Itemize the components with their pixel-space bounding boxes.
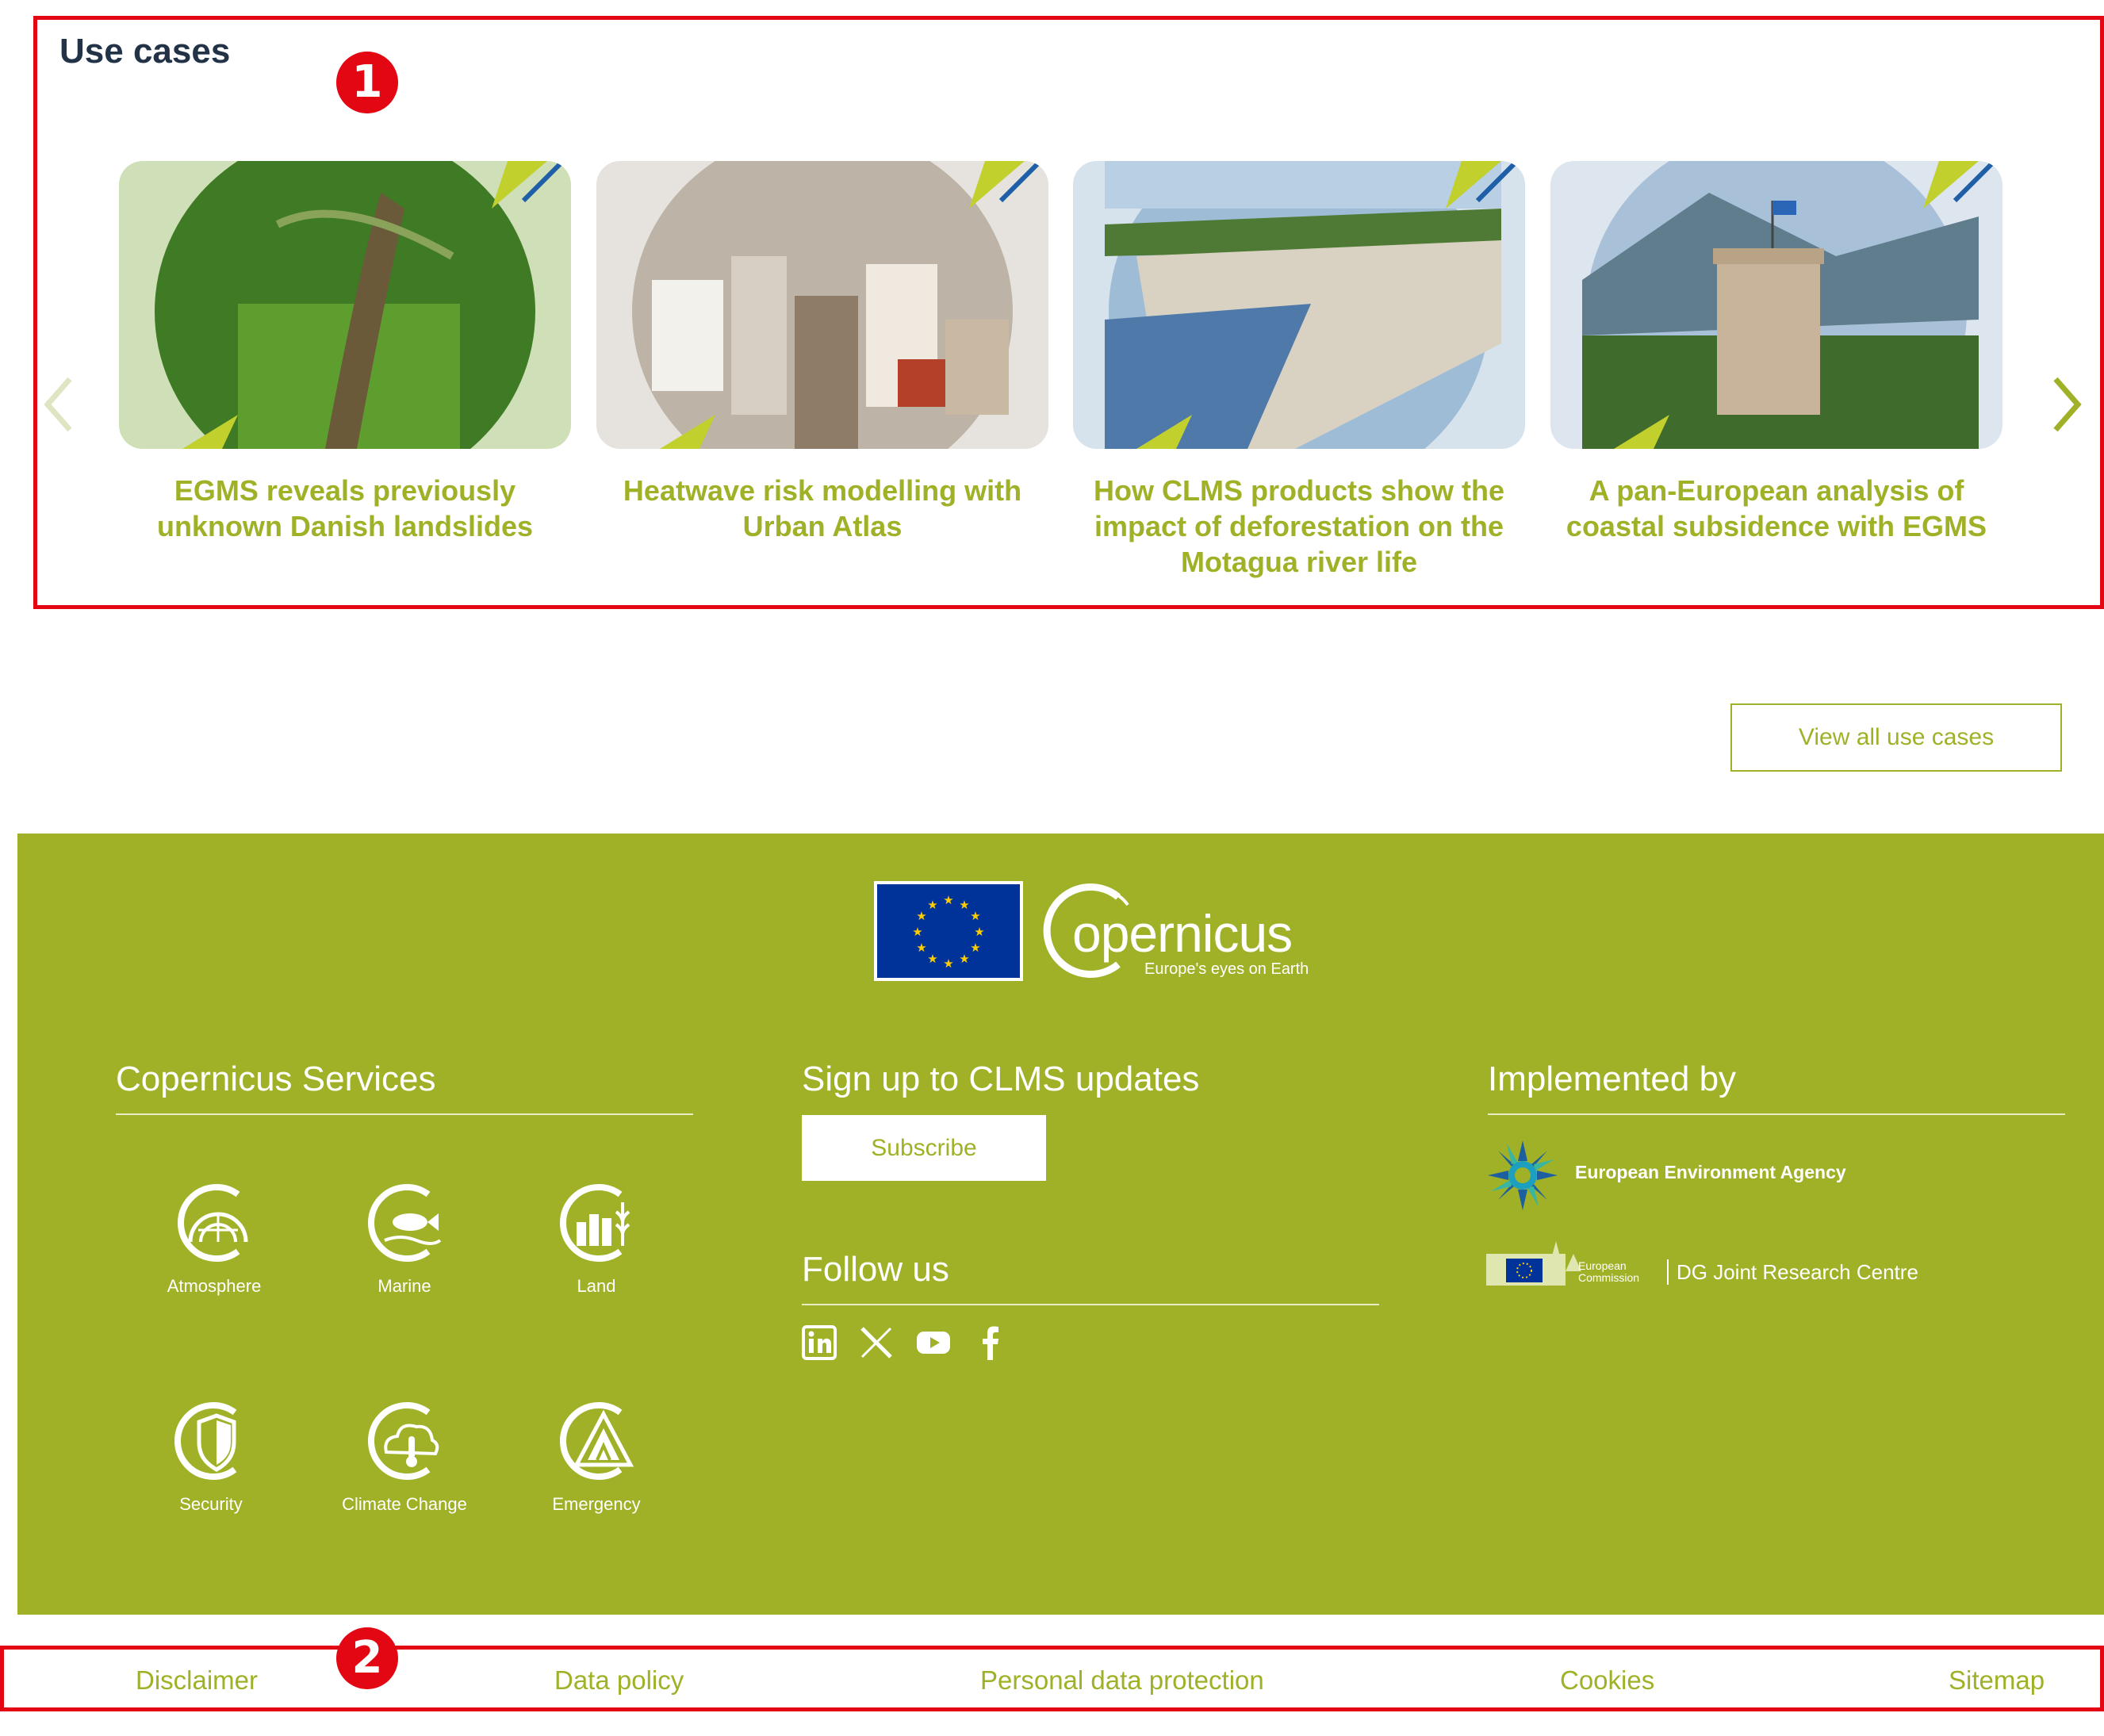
follow-divider: [802, 1304, 1379, 1305]
subscribe-button[interactable]: Subscribe: [802, 1115, 1046, 1181]
svg-text:★: ★: [970, 909, 980, 923]
use-case-card-1[interactable]: EGMS reveals previously unknown Danish l…: [119, 161, 571, 544]
youtube-icon[interactable]: [916, 1325, 951, 1360]
use-case-image-tower[interactable]: [1550, 161, 2002, 449]
services-divider: [116, 1113, 693, 1115]
use-case-card-4[interactable]: A pan-European analysis of coastal subsi…: [1550, 161, 2002, 544]
jrc-label[interactable]: DG Joint Research Centre: [1677, 1260, 1918, 1285]
svg-text:★: ★: [943, 956, 953, 971]
svg-text:★: ★: [943, 893, 953, 907]
svg-text:★: ★: [959, 898, 969, 912]
cookies-link[interactable]: Cookies: [1560, 1665, 1654, 1696]
service-label: Emergency: [552, 1494, 641, 1514]
svg-text:★: ★: [970, 941, 980, 955]
use-case-title-3[interactable]: How CLMS products show the impact of def…: [1073, 473, 1525, 580]
service-marine[interactable]: Marine: [341, 1178, 468, 1297]
service-label: Climate Change: [342, 1494, 467, 1514]
eea-label[interactable]: European Environment Agency: [1575, 1162, 1846, 1183]
svg-text:★: ★: [927, 952, 937, 966]
view-all-use-cases-button[interactable]: View all use cases: [1730, 703, 2062, 772]
atmosphere-icon: [178, 1184, 248, 1262]
jrc-divider: [1667, 1259, 1669, 1285]
svg-text:★: ★: [912, 925, 922, 939]
emergency-icon: [560, 1402, 634, 1480]
security-icon: [174, 1402, 237, 1480]
signup-title: Sign up to CLMS updates: [802, 1060, 1200, 1098]
copernicus-logo-text: opernicus: [1072, 904, 1293, 963]
use-case-card-3[interactable]: How CLMS products show the impact of def…: [1073, 161, 1525, 580]
data-policy-link[interactable]: Data policy: [554, 1665, 684, 1696]
implemented-divider: [1488, 1113, 2065, 1115]
service-label: Atmosphere: [167, 1276, 262, 1296]
service-climate-change[interactable]: Climate Change: [341, 1397, 468, 1515]
eea-logo-icon[interactable]: [1486, 1139, 1559, 1212]
land-icon: [560, 1184, 630, 1262]
svg-text:★: ★: [974, 925, 984, 939]
service-label: Security: [179, 1494, 243, 1514]
european-commission-logo[interactable]: European Commission DG Joint Research Ce…: [1486, 1240, 1930, 1287]
service-label: Marine: [377, 1276, 431, 1296]
service-security[interactable]: Security: [148, 1397, 274, 1515]
personal-data-protection-link[interactable]: Personal data protection: [980, 1665, 1264, 1696]
use-case-title-2[interactable]: Heatwave risk modelling with Urban Atlas: [596, 473, 1048, 544]
annotation-badge-2: 2: [336, 1627, 398, 1689]
service-land[interactable]: Land: [533, 1178, 660, 1297]
carousel-prev-arrow[interactable]: [40, 373, 79, 436]
use-case-image-city[interactable]: [596, 161, 1048, 449]
implemented-by-title: Implemented by: [1488, 1060, 1737, 1098]
marine-icon: [368, 1184, 442, 1262]
svg-text:★: ★: [916, 909, 926, 923]
climate-change-icon: [368, 1402, 439, 1480]
sitemap-link[interactable]: Sitemap: [1949, 1665, 2045, 1696]
service-atmosphere[interactable]: Atmosphere: [151, 1178, 278, 1297]
service-label: Land: [577, 1276, 616, 1296]
carousel-next-arrow[interactable]: [2046, 373, 2086, 436]
copernicus-services-title: Copernicus Services: [116, 1060, 436, 1098]
x-icon[interactable]: [859, 1325, 894, 1360]
linkedin-icon[interactable]: [802, 1325, 837, 1360]
eu-flag-logo[interactable]: ★ ★★ ★★★ ★★★ ★★★: [874, 881, 1023, 981]
service-emergency[interactable]: Emergency: [533, 1397, 660, 1515]
svg-text:★: ★: [916, 941, 926, 955]
svg-text:★: ★: [959, 952, 969, 966]
use-case-image-river[interactable]: [1073, 161, 1525, 449]
annotation-badge-1: 1: [336, 52, 398, 113]
svg-text:★: ★: [927, 898, 937, 912]
use-case-title-4[interactable]: A pan-European analysis of coastal subsi…: [1550, 473, 2002, 544]
use-case-image-forest[interactable]: [119, 161, 571, 449]
disclaimer-link[interactable]: Disclaimer: [136, 1665, 258, 1696]
copernicus-logo[interactable]: opernicus Europe's eyes on Earth: [1031, 873, 1332, 984]
use-cases-title: Use cases: [59, 32, 231, 71]
use-case-title-1[interactable]: EGMS reveals previously unknown Danish l…: [119, 473, 571, 544]
footer: ★ ★ ★ ★ ★ ★ ★ ★ ★ ★ ★ ★ opernicus Europe's eyes …: [17, 834, 2104, 1615]
copernicus-tagline: Europe's eyes on Earth: [1144, 960, 1309, 978]
use-case-card-2[interactable]: Heatwave risk modelling with Urban Atlas: [596, 161, 1048, 544]
facebook-icon[interactable]: [973, 1325, 1008, 1360]
follow-us-title: Follow us: [802, 1250, 949, 1289]
european-commission-small-text: European Commission: [1578, 1259, 1640, 1284]
